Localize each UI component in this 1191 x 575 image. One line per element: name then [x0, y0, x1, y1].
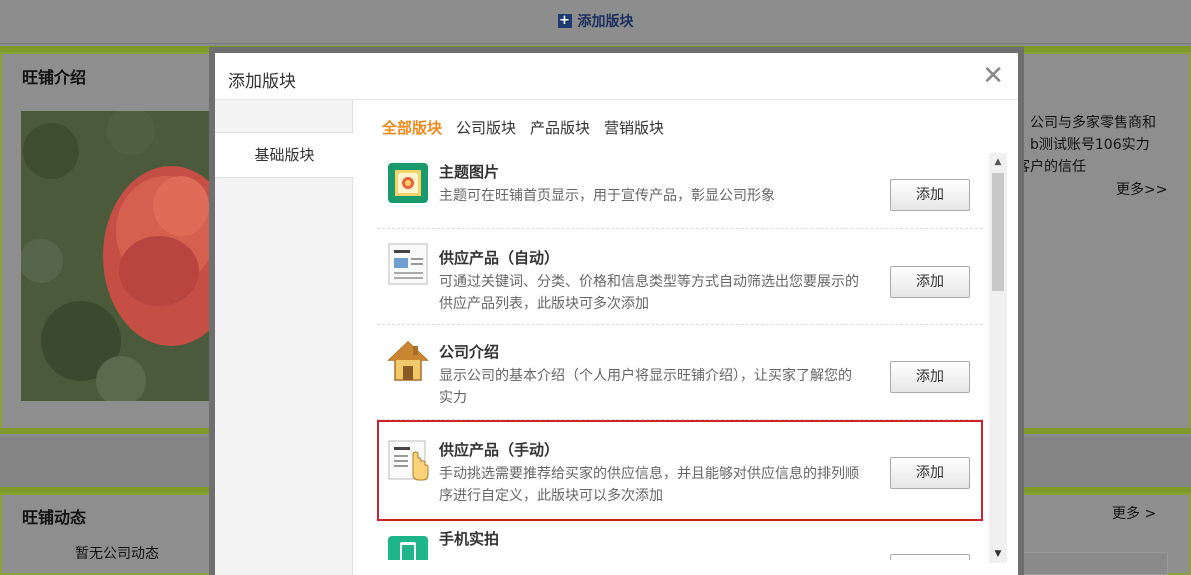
- scroll-down-icon[interactable]: ▼: [989, 545, 1007, 563]
- add-button[interactable]: 添加: [890, 554, 970, 560]
- news-empty-text: 暂无公司动态: [75, 546, 159, 562]
- list-scrollbar[interactable]: ▲ ▼: [989, 153, 1007, 563]
- intro-text: ，公司与多家零售商和 。b测试账号106实力 客户的信任: [1016, 115, 1156, 175]
- scroll-up-icon[interactable]: ▲: [989, 153, 1007, 171]
- dialog-header: 添加版块 ✕: [215, 53, 1018, 100]
- scroll-thumb[interactable]: [992, 173, 1004, 291]
- list-item: 供应产品（自动） 可通过关键词、分类、价格和信息类型等方式自动筛选出您要展示的供…: [377, 229, 983, 325]
- intro-panel-title: 旺铺介绍: [22, 68, 87, 87]
- add-button[interactable]: 添加: [890, 266, 970, 298]
- rose-photo: [21, 111, 215, 401]
- list-item-selected: 供应产品（手动） 手动挑选需要推荐给买家的供应信息，并且能够对供应信息的排列顺序…: [377, 420, 983, 521]
- item-description: 可通过关键词、分类、价格和信息类型等方式自动筛选出您要展示的供应产品列表，此版块…: [439, 274, 859, 312]
- category-tabs: 全部版块 公司版块 产品版块 营销版块: [382, 117, 664, 138]
- item-title: 供应产品（手动）: [439, 441, 560, 459]
- add-button[interactable]: 添加: [890, 179, 970, 211]
- sidebar-item-basic-blocks[interactable]: 基础版块: [215, 132, 354, 178]
- list-item: 公司介绍 显示公司的基本介绍（个人用户将显示旺铺介绍），让买家了解您的实力 添加: [377, 325, 983, 420]
- dialog-sidebar: 基础版块: [215, 100, 354, 575]
- tab-product-blocks[interactable]: 产品版块: [530, 117, 590, 138]
- item-title: 手机实拍: [439, 530, 500, 548]
- product-list-icon: [387, 243, 429, 285]
- tab-all-blocks[interactable]: 全部版块: [382, 117, 442, 138]
- tab-company-blocks[interactable]: 公司版块: [456, 117, 516, 138]
- block-list: 主题图片 主题可在旺铺首页显示，用于宣传产品，彰显公司形象 添加 供应产品（自动…: [377, 152, 983, 560]
- product-manual-icon: [387, 440, 429, 482]
- add-button[interactable]: 添加: [890, 361, 970, 393]
- add-block-dialog: 添加版块 ✕ 基础版块 全部版块 公司版块 产品版块 营销版块 主题图片 主题可…: [209, 47, 1024, 575]
- item-title: 主题图片: [439, 163, 500, 181]
- list-item: 主题图片 主题可在旺铺首页显示，用于宣传产品，彰显公司形象 添加: [377, 152, 983, 229]
- news-panel-title: 旺铺动态: [22, 508, 87, 527]
- tab-marketing-blocks[interactable]: 营销版块: [604, 117, 664, 138]
- close-icon[interactable]: ✕: [982, 61, 1004, 91]
- item-description: 主题可在旺铺首页显示，用于宣传产品，彰显公司形象: [439, 188, 775, 204]
- add-button[interactable]: 添加: [890, 457, 970, 489]
- item-description: 显示公司的基本介绍（个人用户将显示旺铺介绍），让买家了解您的实力: [439, 368, 852, 406]
- theme-image-icon: [387, 162, 429, 204]
- intro-more-link[interactable]: 更多>>: [1116, 179, 1167, 199]
- item-title: 公司介绍: [439, 343, 500, 361]
- list-item: 手机实拍 添加: [377, 523, 983, 560]
- item-description: 手动挑选需要推荐给买家的供应信息，并且能够对供应信息的排列顺序进行自定义，此版块…: [439, 466, 859, 504]
- dialog-title: 添加版块: [228, 72, 296, 92]
- item-title: 供应产品（自动）: [439, 249, 560, 267]
- house-icon: [387, 340, 429, 382]
- news-more-link[interactable]: 更多 >: [1112, 503, 1156, 523]
- add-block-link[interactable]: 添加版块: [578, 11, 634, 31]
- add-block-bar[interactable]: + 添加版块: [0, 0, 1191, 44]
- mobile-photo-icon: [387, 535, 429, 560]
- plus-icon: +: [557, 13, 572, 28]
- news-side-box: [1020, 552, 1168, 575]
